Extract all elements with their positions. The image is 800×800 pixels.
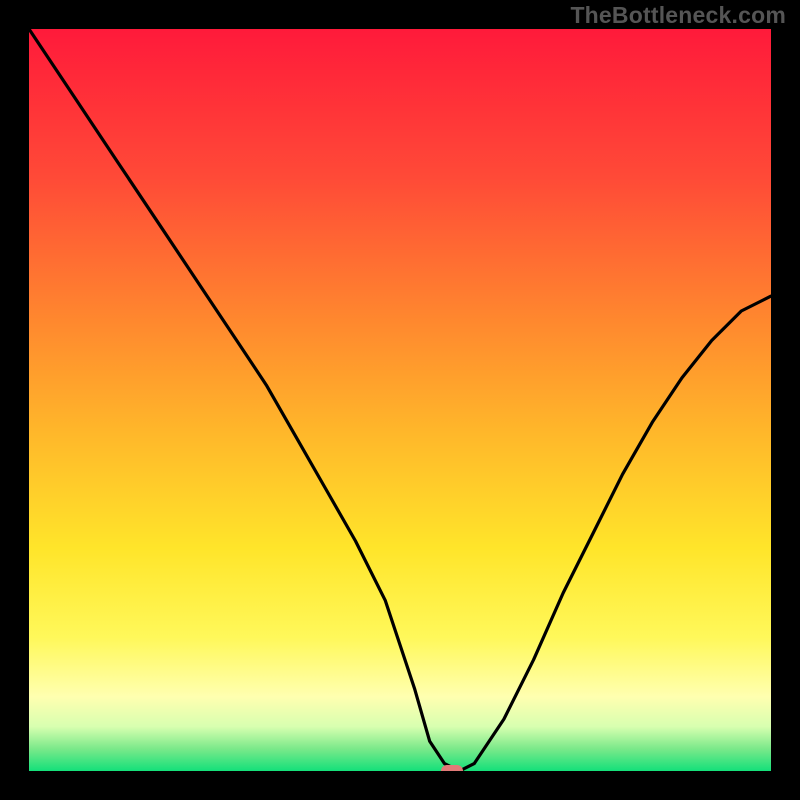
plot-area (29, 29, 771, 771)
bottleneck-curve (29, 29, 771, 771)
optimum-marker (441, 765, 463, 771)
chart-frame: TheBottleneck.com (0, 0, 800, 800)
brand-label: TheBottleneck.com (570, 2, 786, 29)
